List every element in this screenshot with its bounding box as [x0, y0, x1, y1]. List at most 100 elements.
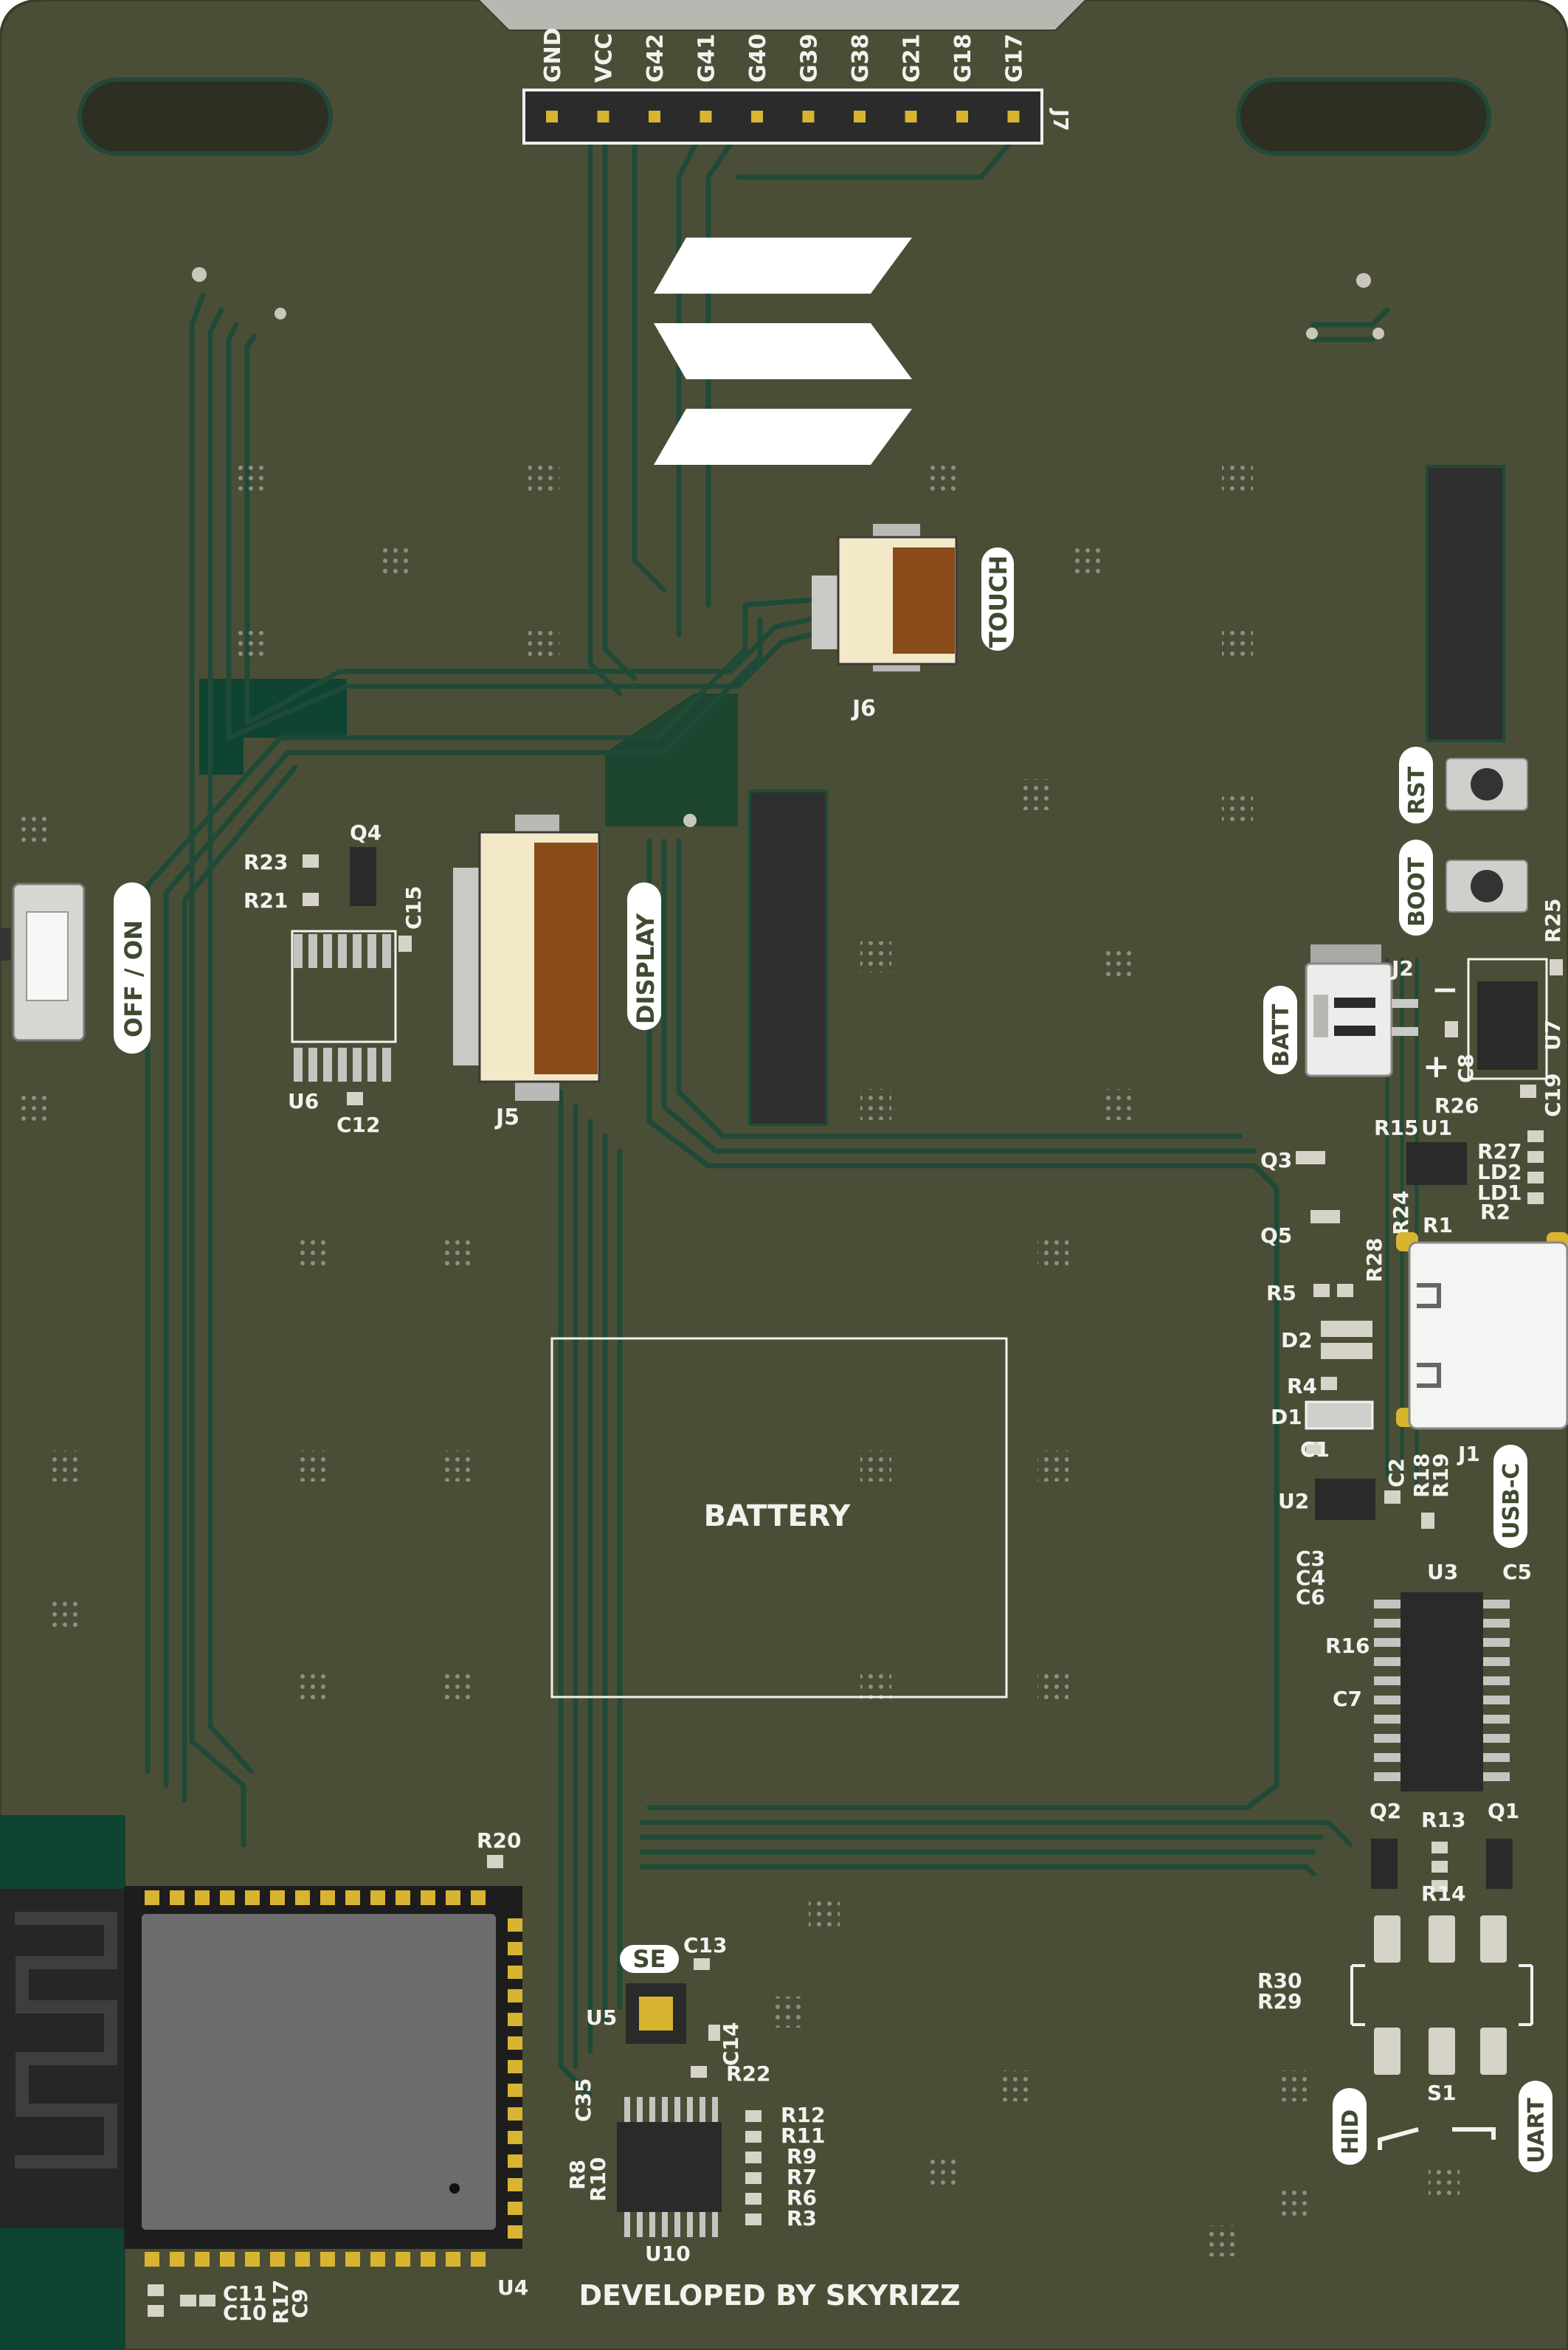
ref-c8: C8: [1454, 1054, 1478, 1083]
usb-c-label: USB-C: [1499, 1463, 1524, 1539]
ref-c6: C6: [1296, 1585, 1325, 1609]
dark-strip-middle: [748, 789, 828, 1126]
header-pin: [597, 111, 609, 122]
ref-r23: R23: [244, 850, 289, 874]
uart-label: UART: [1524, 2098, 1550, 2163]
rst-button[interactable]: [1446, 758, 1528, 811]
ref-c13: C13: [683, 1933, 728, 1957]
ref-c10: C10: [223, 2301, 267, 2325]
ref-c1: C1: [1300, 1437, 1330, 1462]
pad-c13: [694, 1958, 710, 1970]
display-label: DISPLAY: [632, 913, 660, 1024]
ref-r16: R16: [1325, 1634, 1370, 1658]
touch-label: TOUCH: [984, 556, 1012, 648]
ref-c9: C9: [288, 2289, 312, 2318]
header-notch: [480, 0, 1085, 30]
ref-d2: D2: [1281, 1328, 1313, 1352]
ref-d1: D1: [1271, 1405, 1302, 1429]
header-pin: [802, 111, 815, 122]
ref-u3: U3: [1427, 1560, 1458, 1584]
header-pin-label: G41: [694, 34, 720, 83]
ref-c15: C15: [401, 885, 426, 930]
ref-r21: R21: [244, 888, 289, 913]
ref-u5: U5: [586, 2005, 617, 2030]
ref-u2: U2: [1278, 1489, 1309, 1513]
header-pin-label: G38: [848, 34, 874, 83]
mounting-slot-left: [77, 77, 333, 156]
usb-c-connector-j1: [1396, 1232, 1568, 1430]
ref-j1: J1: [1457, 1442, 1480, 1466]
hid-label: HID: [1338, 2109, 1364, 2154]
ref-c12: C12: [336, 1113, 381, 1137]
ref-c35: C35: [571, 2078, 595, 2122]
ref-c7: C7: [1333, 1687, 1362, 1711]
mounting-slot-right: [1236, 77, 1491, 156]
boot-label: BOOT: [1404, 857, 1430, 927]
ref-j5: J5: [494, 1105, 519, 1130]
ref-r4: R4: [1287, 1374, 1317, 1398]
ref-c14: C14: [719, 2022, 743, 2066]
ref-r3: R3: [787, 2206, 817, 2230]
ref-j6: J6: [851, 696, 876, 722]
ref-j2: J2: [1390, 956, 1414, 981]
minus-sign: −: [1431, 971, 1459, 1009]
ref-r20: R20: [477, 1828, 522, 1853]
ref-c19: C19: [1541, 1073, 1565, 1117]
ref-r24: R24: [1389, 1190, 1413, 1235]
header-pin: [854, 111, 866, 122]
ref-q2: Q2: [1370, 1799, 1401, 1823]
ref-r15: R15: [1374, 1116, 1419, 1140]
ref-r2: R2: [1480, 1200, 1510, 1224]
pcb-board-render: GND VCC G42 G41 G40 G39 G38 G21 G18 G17 J7 TOUCH …: [0, 0, 1568, 2350]
header-pin: [1007, 111, 1020, 122]
header-pin: [905, 111, 917, 122]
batt-label: BATT: [1268, 1003, 1294, 1067]
secure-element-u5: [626, 1983, 686, 2044]
battery-label: BATTERY: [704, 1499, 852, 1533]
ref-u6: U6: [288, 1089, 319, 1113]
ref-u10: U10: [645, 2242, 691, 2266]
ref-r10: R10: [586, 2157, 610, 2202]
boot-button[interactable]: [1446, 860, 1528, 913]
ref-r1: R1: [1423, 1213, 1453, 1237]
header-pin-label: G40: [745, 34, 771, 83]
ref-c5: C5: [1502, 1560, 1532, 1584]
ref-r22: R22: [726, 2062, 771, 2086]
ref-r28: R28: [1362, 1237, 1386, 1282]
ref-q1: Q1: [1488, 1799, 1519, 1823]
ref-r26: R26: [1434, 1093, 1479, 1118]
dark-strip-right: [1426, 465, 1505, 742]
ref-r29: R29: [1257, 1989, 1302, 2014]
ref-j7: J7: [1049, 108, 1073, 131]
header-pin-label: G17: [1002, 34, 1028, 83]
ref-r19: R19: [1429, 1453, 1453, 1498]
header-pin: [956, 111, 968, 122]
ref-q3: Q3: [1260, 1148, 1292, 1172]
power-switch[interactable]: [0, 882, 86, 1042]
se-label: SE: [633, 1945, 666, 1973]
header-pin: [546, 111, 558, 122]
pad-r20: [487, 1855, 503, 1868]
header-pin-label: G21: [899, 34, 925, 83]
plus-sign: +: [1423, 1048, 1450, 1085]
ref-u7: U7: [1541, 1020, 1565, 1051]
ref-r13: R13: [1421, 1808, 1466, 1832]
esp32-module-u4: [0, 1886, 522, 2267]
off-on-label: OFF / ON: [120, 920, 148, 1037]
rst-label: RST: [1404, 766, 1430, 815]
pad-c14: [708, 2025, 720, 2041]
ref-u1: U1: [1421, 1116, 1452, 1140]
header-pin-label: G39: [797, 34, 823, 83]
ref-s1: S1: [1427, 2081, 1457, 2105]
ref-q4: Q4: [350, 820, 381, 845]
ref-q5: Q5: [1260, 1223, 1292, 1248]
credit-text: DEVELOPED BY SKYRIZZ: [578, 2279, 960, 2312]
header-pin: [700, 111, 712, 122]
logo-mark: [654, 238, 912, 465]
header-pin-label: G18: [950, 34, 976, 83]
ref-r5: R5: [1266, 1281, 1296, 1305]
header-pin-label: VCC: [592, 33, 618, 83]
ref-r14: R14: [1421, 1881, 1466, 1906]
header-pin: [649, 111, 660, 122]
header-pin-label: G42: [643, 34, 669, 83]
